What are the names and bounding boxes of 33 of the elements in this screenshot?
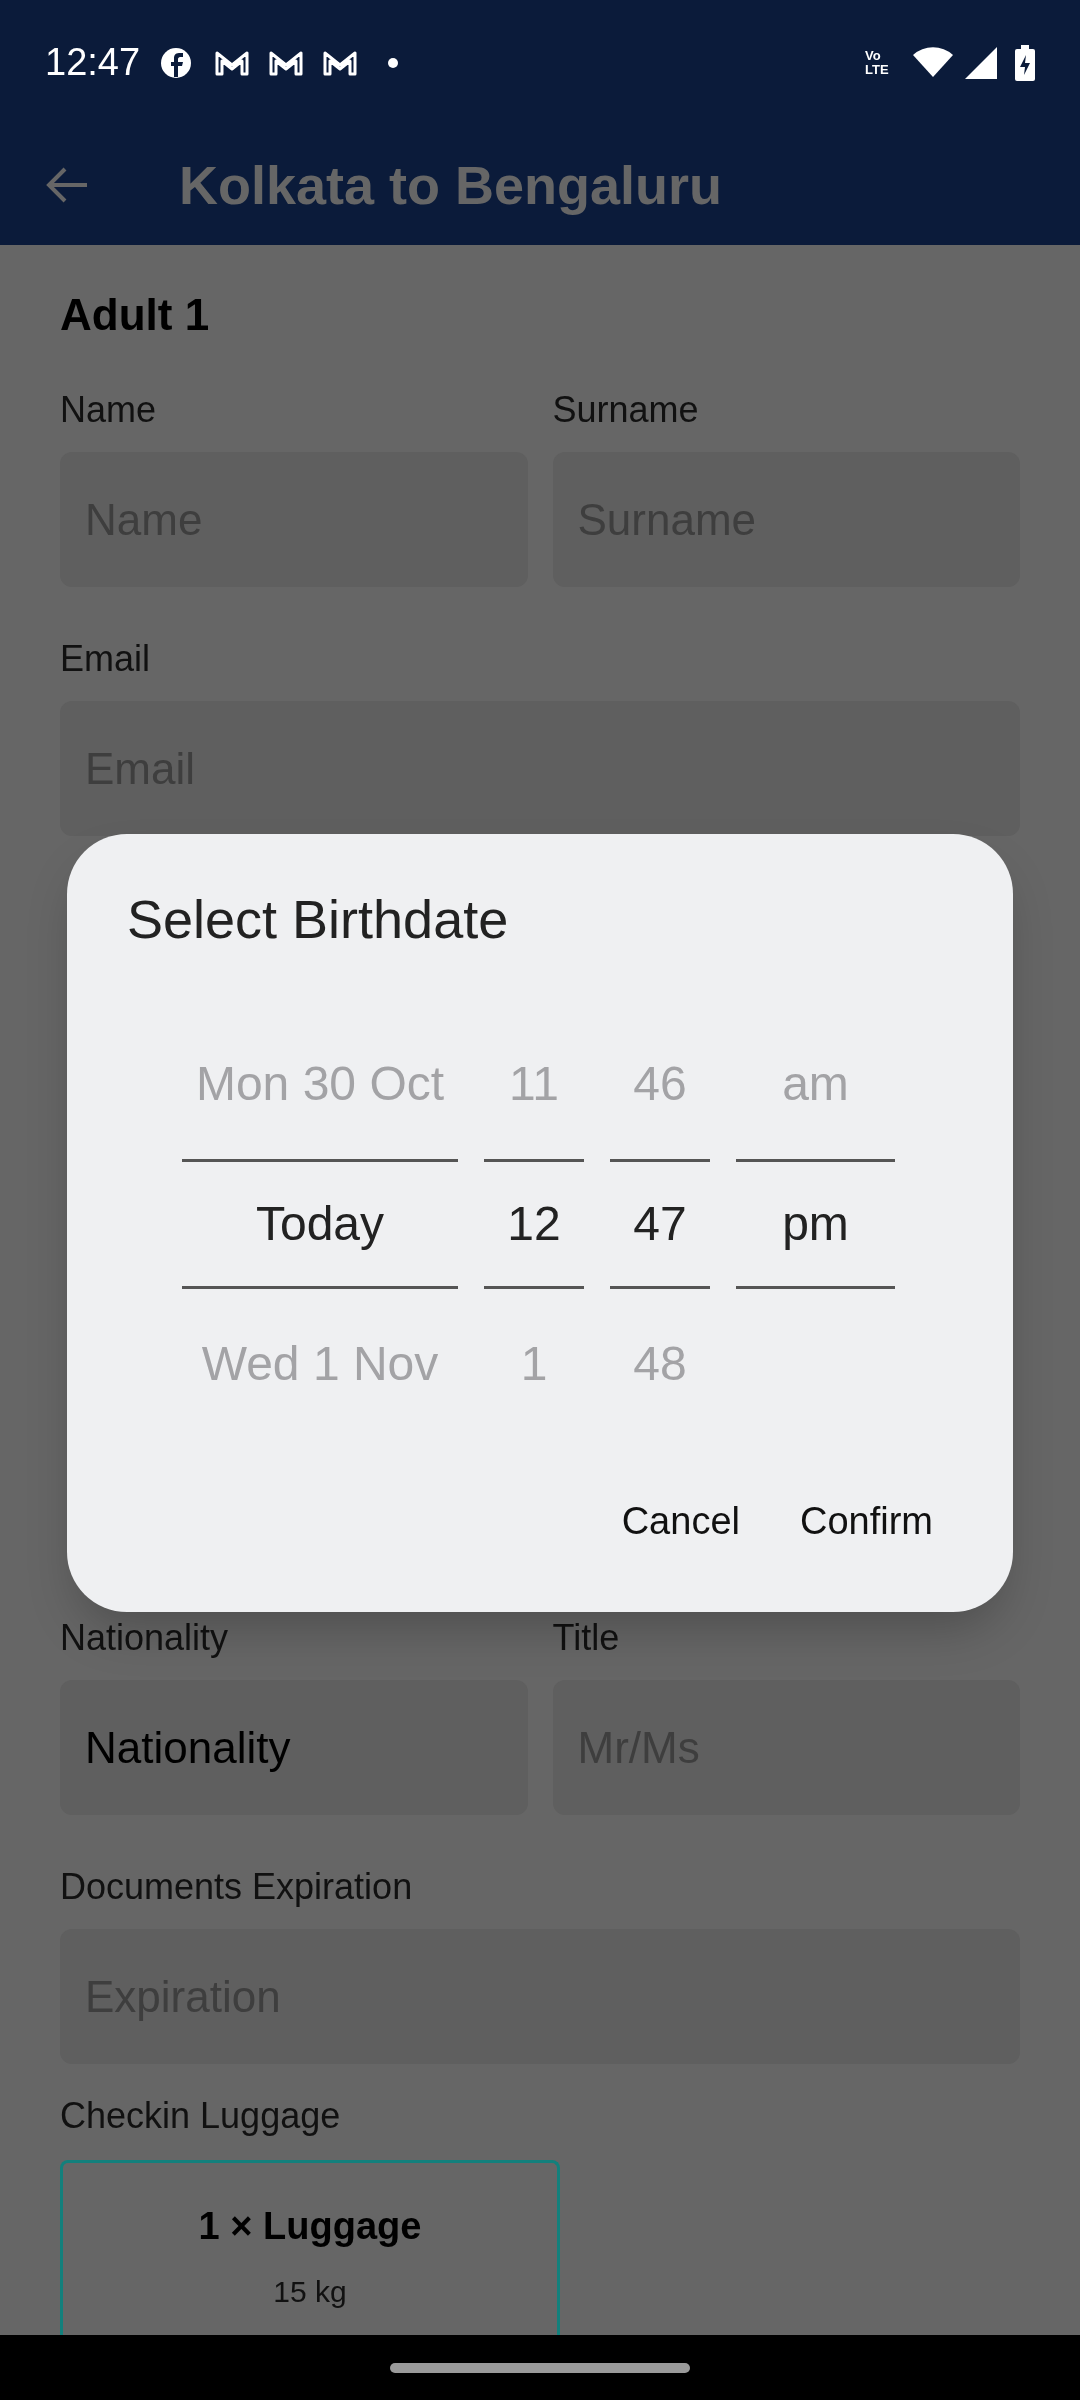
signal-icon xyxy=(965,46,997,79)
section-heading: Adult 1 xyxy=(60,289,211,341)
screen-title: Kolkata to Bengaluru xyxy=(179,153,723,217)
field-label: Checkin Luggage xyxy=(60,2094,341,2138)
picker-option[interactable]: Today xyxy=(182,1159,458,1289)
dialog-title: Select Birthdate xyxy=(127,888,509,951)
picker-option[interactable]: 46 xyxy=(610,1009,710,1159)
picker-option[interactable]: 48 xyxy=(610,1289,710,1439)
picker-option[interactable]: 1 xyxy=(484,1289,584,1439)
back-arrow-icon[interactable] xyxy=(45,165,89,205)
facebook-icon xyxy=(160,46,193,79)
network-label: Vo LTE xyxy=(865,48,890,77)
field-label: Surname xyxy=(552,388,699,432)
status-time: 12:47 xyxy=(45,40,141,85)
picker-option[interactable]: 12 xyxy=(484,1159,584,1289)
picker-option[interactable]: 47 xyxy=(610,1159,710,1289)
picker-option[interactable]: pm xyxy=(736,1159,895,1289)
battery-icon xyxy=(1015,44,1035,81)
dialog-button[interactable]: Cancel xyxy=(601,1479,760,1564)
picker-option[interactable]: am xyxy=(736,1009,895,1159)
picker-option[interactable]: Wed 1 Nov xyxy=(182,1289,458,1439)
picker-option[interactable]: Mon 30 Oct xyxy=(182,1009,458,1159)
wifi-icon xyxy=(913,46,953,79)
field-label: Nationality xyxy=(60,1616,229,1660)
field-label: Documents Expiration xyxy=(60,1865,413,1909)
picker-option[interactable]: 11 xyxy=(484,1009,584,1159)
field-label: Title xyxy=(552,1616,620,1660)
input-field[interactable]: Nationality xyxy=(60,1680,528,1815)
home-indicator[interactable] xyxy=(390,2362,690,2373)
field-label: Name xyxy=(60,388,157,432)
dot-icon xyxy=(388,57,399,68)
dialog-button[interactable]: Confirm xyxy=(779,1479,953,1564)
field-label: Email xyxy=(60,637,151,681)
